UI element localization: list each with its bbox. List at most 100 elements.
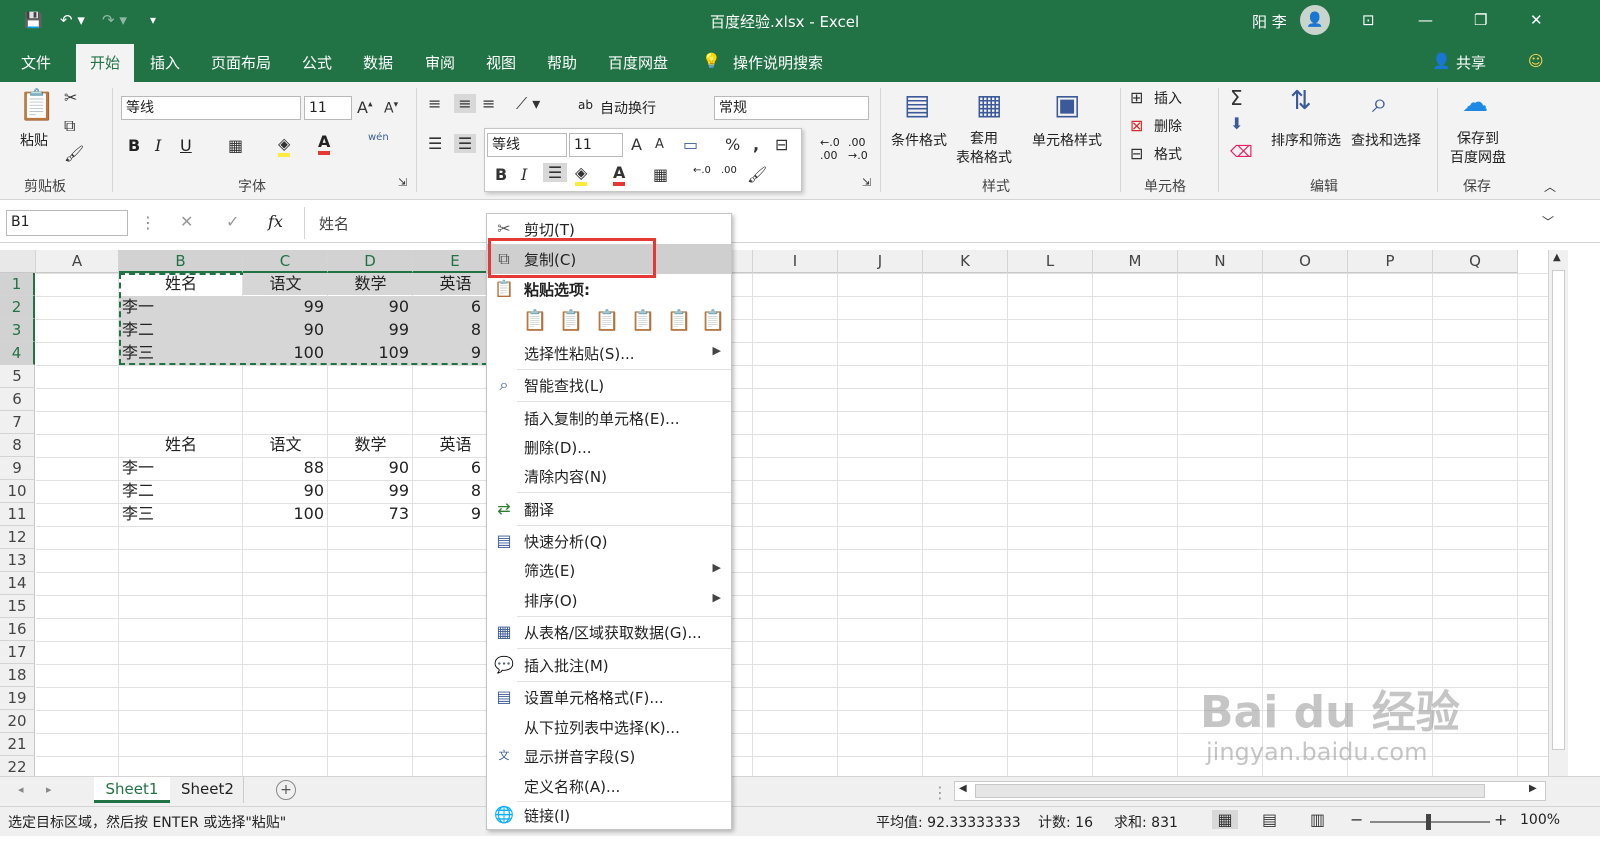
cell-d10[interactable]: 99 [328, 480, 413, 502]
paste-button[interactable]: 粘贴 [20, 130, 48, 150]
zoom-slider[interactable] [1370, 814, 1490, 830]
cancel-icon[interactable]: ✕ [180, 212, 193, 231]
increase-decimal-icon[interactable]: ←.0.00 [820, 136, 840, 162]
row-header-12[interactable]: 12 [0, 526, 35, 549]
wrap-text-icon[interactable]: ab [578, 98, 593, 112]
mini-decrease-decimal-icon[interactable]: .00 [721, 165, 737, 176]
row-header-20[interactable]: 20 [0, 710, 35, 733]
conditional-format-icon[interactable]: ▤ [904, 88, 930, 121]
tab-review[interactable]: 审阅 [425, 52, 455, 73]
mini-format-painter-icon[interactable]: 🖌 [747, 165, 767, 184]
enter-icon[interactable]: ✓ [226, 212, 239, 231]
zoom-in-icon[interactable]: + [1494, 810, 1507, 829]
scroll-up-icon[interactable]: ▲ [1553, 252, 1561, 263]
tab-help[interactable]: 帮助 [547, 52, 577, 73]
row-header-16[interactable]: 16 [0, 618, 35, 641]
menu-item-insert-copied[interactable]: 插入复制的单元格(E)... [487, 403, 731, 433]
user-name[interactable]: 阳 李 [1252, 11, 1287, 32]
name-box[interactable]: B1 [6, 210, 128, 236]
row-header-1[interactable]: 1 [0, 273, 35, 296]
menu-item-clear[interactable]: 清除内容(N) [487, 461, 731, 491]
cell-b10[interactable]: 李二 [119, 480, 243, 502]
normal-view-icon[interactable]: ▦ [1212, 810, 1238, 829]
cell-d1[interactable]: 数学 [328, 273, 413, 295]
undo-icon[interactable]: ↶ ▾ [60, 11, 85, 29]
mini-accounting-icon[interactable]: ▭ [683, 135, 698, 154]
restore-icon[interactable]: ❐ [1474, 11, 1487, 29]
row-header-15[interactable]: 15 [0, 595, 35, 618]
smiley-icon[interactable]: ☺ [1528, 52, 1544, 70]
insert-cells-button[interactable]: 插入 [1154, 88, 1182, 108]
mini-center-icon[interactable]: ☰ [543, 163, 567, 182]
decrease-decimal-icon[interactable]: .00 →.0 [848, 136, 868, 162]
cell-e3[interactable]: 8 [413, 319, 485, 341]
font-color-icon[interactable]: A [318, 132, 331, 155]
cell-c1[interactable]: 语文 [243, 273, 328, 295]
cell-d8[interactable]: 数学 [328, 434, 413, 456]
tab-file[interactable]: 文件 [21, 52, 51, 73]
cell-b3[interactable]: 李二 [119, 319, 243, 341]
select-all-corner[interactable] [0, 250, 36, 273]
cell-b1[interactable]: 姓名 [119, 273, 243, 295]
tab-view[interactable]: 视图 [486, 52, 516, 73]
ribbon-display-icon[interactable]: ⊡ [1362, 11, 1375, 29]
vertical-scrollbar[interactable]: ▲ [1548, 250, 1568, 776]
paste-link-icon[interactable]: 📋 [699, 308, 727, 332]
menu-item-insert-comment[interactable]: 💬 插入批注(M) [487, 650, 731, 680]
collapse-ribbon-icon[interactable]: ︿ [1544, 178, 1556, 195]
align-center-icon[interactable]: ☰ [454, 134, 476, 153]
wrap-text-button[interactable]: 自动换行 [600, 98, 656, 118]
cell-e10[interactable]: 8 [413, 480, 485, 502]
col-header-l[interactable]: L [1008, 250, 1093, 273]
cell-e9[interactable]: 6 [413, 457, 485, 479]
format-painter-icon[interactable]: 🖌 [64, 144, 84, 163]
mini-font-color-icon[interactable]: A [613, 163, 626, 186]
mini-font-name[interactable]: 等线 [487, 133, 567, 157]
zoom-level[interactable]: 100% [1520, 812, 1560, 828]
save-icon[interactable]: 💾 [24, 11, 43, 29]
insert-cells-icon[interactable]: ⊞ [1130, 88, 1143, 107]
paste-values-icon[interactable]: 📋 [557, 308, 585, 332]
cell-c3[interactable]: 90 [243, 319, 328, 341]
menu-item-get-data[interactable]: ▦ 从表格/区域获取数据(G)... [487, 617, 731, 647]
delete-cells-button[interactable]: 删除 [1154, 116, 1182, 136]
row-header-10[interactable]: 10 [0, 480, 35, 503]
baidu-netdisk-icon[interactable]: ☁ [1462, 88, 1488, 118]
bold-button[interactable]: B [128, 136, 140, 155]
align-middle-icon[interactable]: ≡ [454, 94, 476, 113]
cell-c11[interactable]: 100 [243, 503, 328, 525]
col-header-k[interactable]: K [923, 250, 1008, 273]
sheet-tab-1[interactable]: Sheet1 [94, 777, 170, 803]
shrink-font-icon[interactable]: A▾ [384, 100, 398, 117]
col-header-i[interactable]: I [753, 250, 838, 273]
row-header-3[interactable]: 3 [0, 319, 35, 342]
cut-icon[interactable]: ✂ [64, 88, 77, 107]
split-handle-icon[interactable]: ⋮ [932, 783, 948, 802]
menu-item-phonetic[interactable]: 文 显示拼音字段(S) [487, 741, 731, 771]
col-header-b[interactable]: B [119, 250, 243, 273]
h-scroll-thumb[interactable] [975, 784, 1485, 798]
row-header-5[interactable]: 5 [0, 365, 35, 388]
row-header-4[interactable]: 4 [0, 342, 35, 365]
redo-icon[interactable]: ↷ ▾ [102, 11, 127, 29]
cell-e11[interactable]: 9 [413, 503, 485, 525]
italic-button[interactable]: I [155, 136, 161, 155]
tab-page-layout[interactable]: 页面布局 [211, 52, 271, 73]
font-launcher-icon[interactable]: ⇲ [398, 176, 407, 189]
sort-filter-icon[interactable]: ⇅ [1290, 86, 1312, 116]
menu-item-format-cells[interactable]: ▤ 设置单元格格式(F)... [487, 682, 731, 712]
paste-icon[interactable]: 📋 [18, 88, 55, 128]
mini-increase-decimal-icon[interactable]: ←.0 [693, 165, 711, 176]
align-bottom-icon[interactable]: ≡ [482, 94, 495, 113]
find-select-icon[interactable]: ⌕ [1372, 86, 1388, 120]
row-header-17[interactable]: 17 [0, 641, 35, 664]
format-as-table-button[interactable]: 套用 表格格式 [956, 130, 1012, 168]
orientation-icon[interactable]: ⟋ ▾ [516, 94, 540, 114]
borders-icon[interactable]: ▦ [228, 136, 243, 155]
col-header-a[interactable]: A [36, 250, 119, 273]
cell-d4[interactable]: 109 [328, 342, 413, 364]
mini-grow-font-icon[interactable]: A [631, 135, 642, 154]
scroll-thumb[interactable] [1552, 270, 1565, 750]
cell-styles-icon[interactable]: ▣ [1054, 88, 1080, 121]
avatar[interactable]: 👤 [1300, 5, 1330, 35]
